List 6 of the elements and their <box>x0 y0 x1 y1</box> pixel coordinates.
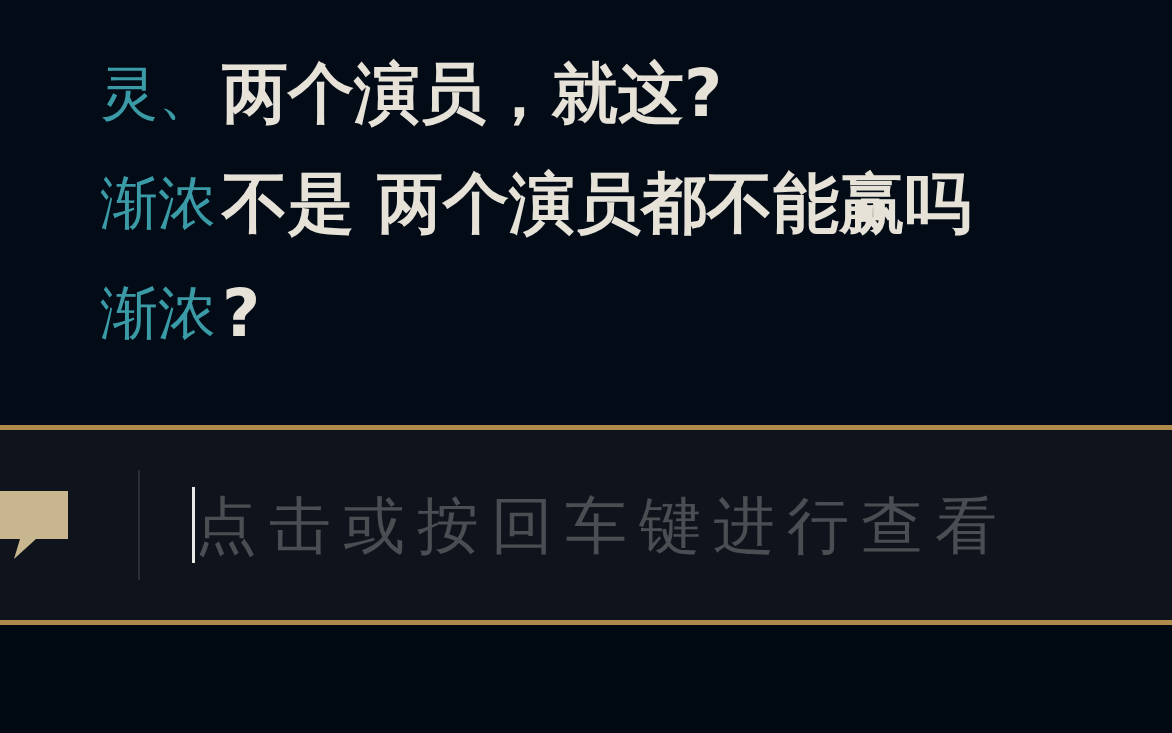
player-name: 灵、 <box>99 57 217 129</box>
player-name: 渐浓 <box>99 277 217 349</box>
chat-message: ? <box>222 273 261 354</box>
player-name: 渐浓 <box>99 167 217 239</box>
chat-message: 两个演员，就这? <box>222 53 723 134</box>
chat-message: 不是 两个演员都不能赢吗 <box>222 163 971 244</box>
